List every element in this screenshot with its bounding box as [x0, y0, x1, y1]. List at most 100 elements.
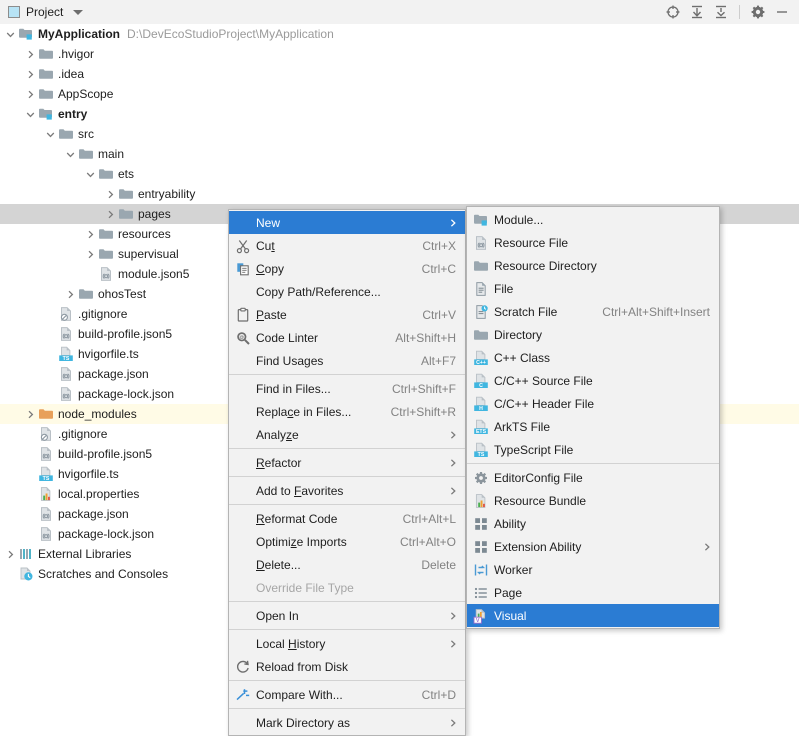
chevron-right-icon[interactable] — [24, 68, 37, 81]
tree-item-label: module.json5 — [118, 267, 190, 281]
chevron-right-icon[interactable] — [24, 88, 37, 101]
chevron-down-icon[interactable] — [44, 128, 57, 141]
menu-item[interactable]: Module... — [467, 208, 719, 231]
chevron-right-icon[interactable] — [24, 48, 37, 61]
menu-separator — [229, 374, 465, 375]
menu-item[interactable]: Scratch File Ctrl+Alt+Shift+Insert — [467, 300, 719, 323]
tree-row[interactable]: entry — [0, 104, 799, 124]
chevron-down-icon[interactable] — [84, 168, 97, 181]
chevron-right-icon — [448, 430, 465, 440]
menu-item[interactable]: Replace in Files... Ctrl+Shift+R — [229, 400, 465, 423]
menu-item[interactable]: Paste Ctrl+V — [229, 303, 465, 326]
tree-item-label: .hvigor — [58, 47, 95, 61]
menu-item[interactable]: Analyze — [229, 423, 465, 446]
tree-row[interactable]: .idea — [0, 64, 799, 84]
chevron-right-icon[interactable] — [104, 188, 117, 201]
menu-item-label: Resource Directory — [494, 258, 597, 273]
menu-item[interactable]: Delete... Delete — [229, 553, 465, 576]
menu-item[interactable]: H C/C++ Header File — [467, 392, 719, 415]
menu-item[interactable]: Mark Directory as — [229, 711, 465, 734]
chevron-right-icon[interactable] — [64, 288, 77, 301]
chevron-right-icon[interactable] — [84, 248, 97, 261]
menu-item[interactable]: C++ C++ Class — [467, 346, 719, 369]
collapse-all-icon[interactable] — [710, 1, 732, 23]
menu-item[interactable]: Cut Ctrl+X — [229, 234, 465, 257]
menu-item-icon-placeholder — [235, 215, 251, 231]
tree-item-label: .gitignore — [78, 307, 128, 321]
menu-item[interactable]: Add to Favorites — [229, 479, 465, 502]
menu-item[interactable]: ETS ArkTS File — [467, 415, 719, 438]
menu-item-label: Ability — [494, 516, 527, 531]
menu-separator — [229, 601, 465, 602]
menu-item[interactable]: Find in Files... Ctrl+Shift+F — [229, 377, 465, 400]
new-submenu[interactable]: Module... Resource File Resource Directory… — [466, 206, 720, 629]
ets-file-icon: ETS — [473, 419, 489, 435]
menu-item-label: Copy — [256, 261, 285, 276]
menu-item[interactable]: Reformat Code Ctrl+Alt+L — [229, 507, 465, 530]
menu-item[interactable]: Worker — [467, 558, 719, 581]
menu-item[interactable]: Local History — [229, 632, 465, 655]
tree-row[interactable]: entryability — [0, 184, 799, 204]
tree-item-label: build-profile.json5 — [58, 447, 153, 461]
context-menu[interactable]: New Cut Ctrl+X Copy Ctrl+C Copy Path/Referenc… — [228, 209, 466, 736]
gear-icon[interactable] — [747, 1, 769, 23]
menu-item[interactable]: @ Code Linter Alt+Shift+H — [229, 326, 465, 349]
ts-file-icon: TS — [58, 346, 74, 362]
menu-item[interactable]: Resource Bundle — [467, 489, 719, 512]
menu-item[interactable]: V Visual — [467, 604, 719, 627]
menu-item[interactable]: EditorConfig File — [467, 466, 719, 489]
chevron-down-icon[interactable] — [24, 108, 37, 121]
chevron-down-icon[interactable] — [64, 148, 77, 161]
menu-item: Override File Type — [229, 576, 465, 599]
menu-item-icon-placeholder — [235, 534, 251, 550]
menu-item[interactable]: Reload from Disk — [229, 655, 465, 678]
menu-item[interactable]: Optimize Imports Ctrl+Alt+O — [229, 530, 465, 553]
menu-item[interactable]: Open In — [229, 604, 465, 627]
tree-row[interactable]: main — [0, 144, 799, 164]
project-toolwindow-title[interactable]: Project — [0, 5, 84, 19]
tree-row[interactable]: MyApplication D:\DevEcoStudioProject\MyAp… — [0, 24, 799, 44]
menu-item[interactable]: Copy Path/Reference... — [229, 280, 465, 303]
locate-icon[interactable] — [662, 1, 684, 23]
menu-item[interactable]: Copy Ctrl+C — [229, 257, 465, 280]
chevron-right-icon — [448, 458, 465, 468]
chevron-right-icon[interactable] — [104, 208, 117, 221]
tree-row[interactable]: src — [0, 124, 799, 144]
json-file-icon — [38, 446, 54, 462]
menu-item[interactable]: Directory — [467, 323, 719, 346]
chevron-right-icon[interactable] — [24, 408, 37, 421]
menu-item-shortcut: Ctrl+Shift+R — [390, 404, 456, 419]
menu-item[interactable]: C C/C++ Source File — [467, 369, 719, 392]
menu-item-icon-placeholder — [235, 636, 251, 652]
minimize-icon[interactable] — [771, 1, 793, 23]
menu-item[interactable]: Refactor — [229, 451, 465, 474]
expand-all-icon[interactable] — [686, 1, 708, 23]
menu-item[interactable]: Find Usages Alt+F7 — [229, 349, 465, 372]
chevron-down-icon[interactable] — [4, 28, 17, 41]
menu-item[interactable]: New — [229, 211, 465, 234]
menu-item[interactable]: Resource Directory — [467, 254, 719, 277]
twisty-placeholder — [44, 328, 57, 341]
chevron-right-icon[interactable] — [84, 228, 97, 241]
menu-item[interactable]: TS TypeScript File — [467, 438, 719, 461]
svg-text:ETS: ETS — [476, 429, 487, 435]
menu-item[interactable]: Ability — [467, 512, 719, 535]
scratches-icon — [18, 566, 34, 582]
json-file-icon — [58, 386, 74, 402]
menu-item[interactable]: Compare With... Ctrl+D — [229, 683, 465, 706]
tree-row[interactable]: AppScope — [0, 84, 799, 104]
menu-separator — [229, 629, 465, 630]
h-header-icon: H — [473, 396, 489, 412]
menu-item-label: Override File Type — [256, 580, 354, 595]
menu-item[interactable]: Extension Ability — [467, 535, 719, 558]
menu-item[interactable]: Resource File — [467, 231, 719, 254]
tree-row[interactable]: .hvigor — [0, 44, 799, 64]
menu-item[interactable]: File — [467, 277, 719, 300]
folder-icon — [38, 86, 54, 102]
ability-icon — [473, 516, 489, 532]
chevron-right-icon[interactable] — [4, 548, 17, 561]
chevron-down-icon[interactable] — [73, 9, 84, 15]
tree-row[interactable]: ets — [0, 164, 799, 184]
menu-item[interactable]: Page — [467, 581, 719, 604]
json-file-icon — [98, 266, 114, 282]
